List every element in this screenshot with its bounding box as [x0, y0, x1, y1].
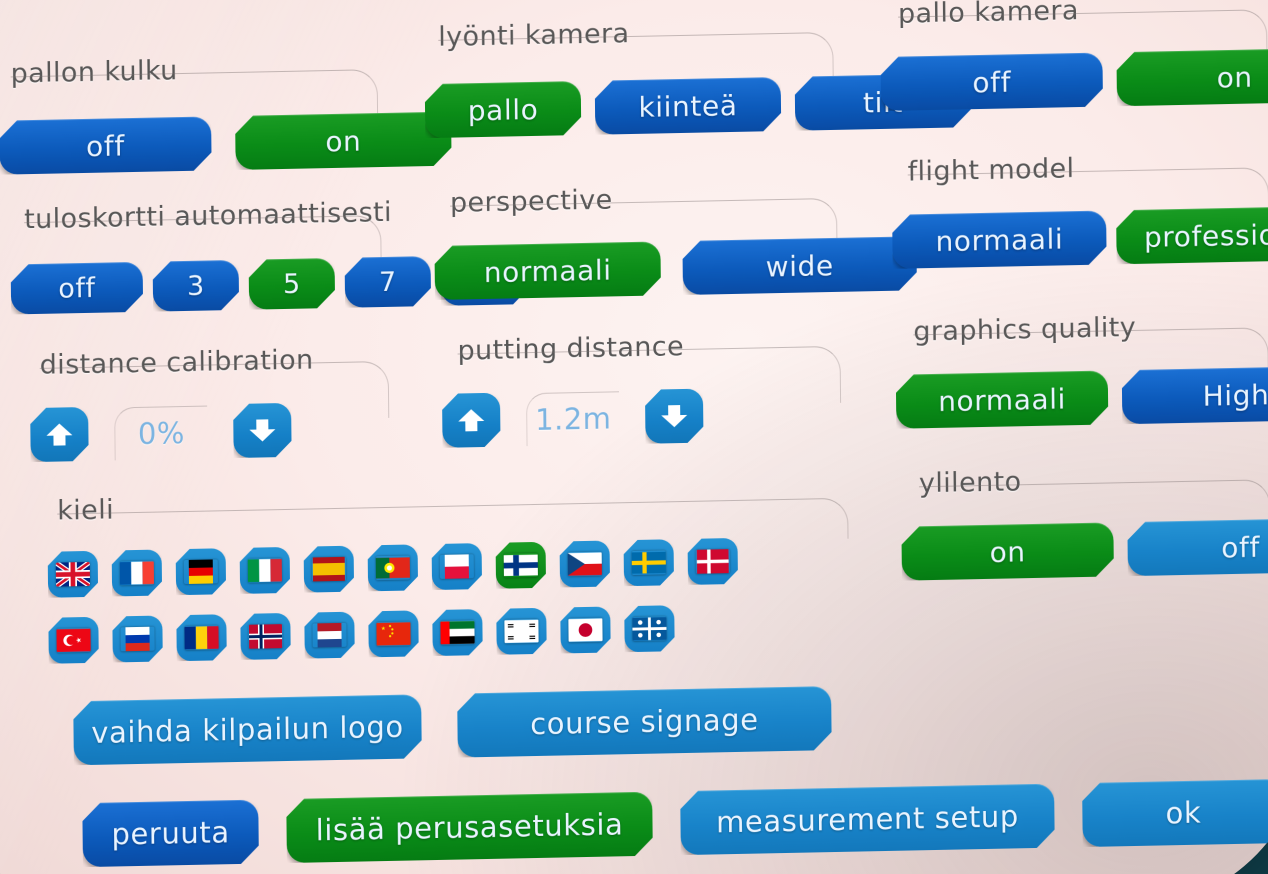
group-perspective: perspective normaali wide — [450, 180, 842, 219]
group-label: putting distance — [457, 330, 685, 367]
option-pallon-kulku-off[interactable]: off — [0, 116, 212, 174]
flag-portugal[interactable] — [368, 544, 418, 591]
flag-united-kingdom[interactable] — [48, 551, 98, 598]
cancel-button[interactable]: peruuta — [82, 800, 259, 868]
option-ylilento-off[interactable]: off — [1127, 518, 1268, 577]
group-label: pallo kamera — [897, 0, 1080, 30]
group-label: pallon kulku — [10, 55, 178, 90]
arrow-down-icon-distance-calibration[interactable] — [233, 403, 292, 458]
group-kieli: kieli — [57, 480, 857, 555]
flag-sweden[interactable] — [624, 539, 674, 586]
flag-china[interactable] — [368, 610, 418, 657]
settings-screen-photo: pallon kulku off on tuloskortti automaat… — [0, 0, 1268, 874]
settings-content: pallon kulku off on tuloskortti automaat… — [0, 0, 1268, 874]
group-label: tuloskortti automaattisesti — [24, 196, 393, 236]
flag-romania[interactable] — [176, 614, 226, 661]
option-tuloskortti-3[interactable]: 3 — [153, 260, 240, 312]
group-label: perspective — [449, 184, 613, 219]
flag-russia[interactable] — [112, 616, 162, 663]
option-pallon-kulku-on[interactable]: on — [235, 112, 452, 170]
flag-germany[interactable] — [176, 548, 226, 595]
option-pallo-kamera-on[interactable]: on — [1116, 48, 1268, 107]
arrow-up-icon-distance-calibration[interactable] — [30, 407, 89, 462]
group-ylilento: ylilento on off — [919, 461, 1268, 499]
flag-quebec[interactable] — [624, 605, 674, 652]
option-perspective-wide[interactable]: wide — [682, 236, 917, 295]
option-pallo-kamera-off[interactable]: off — [880, 53, 1103, 111]
more-basic-settings-button[interactable]: lisää perusasetuksia — [286, 792, 653, 863]
group-label: flight model — [907, 153, 1075, 188]
flag-netherlands[interactable] — [304, 612, 354, 659]
option-flight-model-professional[interactable]: professional — [1116, 206, 1268, 265]
option-perspective-normaali[interactable]: normaali — [434, 241, 661, 300]
group-label: distance calibration — [39, 344, 314, 381]
flag-south-korea[interactable] — [496, 608, 546, 655]
flag-denmark[interactable] — [688, 538, 738, 585]
flag-italy[interactable] — [240, 547, 290, 594]
arrow-up-icon-putting-distance[interactable] — [442, 393, 501, 448]
option-flight-model-normaali[interactable]: normaali — [892, 210, 1107, 268]
flag-row-2 — [48, 605, 674, 664]
group-label: graphics quality — [913, 311, 1137, 348]
group-putting-distance: putting distance 1.2m — [457, 328, 843, 367]
flag-turkey[interactable] — [48, 617, 98, 664]
option-graphics-quality-normaali[interactable]: normaali — [896, 370, 1109, 428]
flag-finland[interactable] — [496, 542, 546, 589]
option-lyonti-kamera-pallo[interactable]: pallo — [425, 81, 582, 138]
option-tuloskortti-7[interactable]: 7 — [345, 256, 432, 308]
flag-spain[interactable] — [304, 546, 354, 593]
option-tuloskortti-5[interactable]: 5 — [249, 258, 336, 310]
group-label: ylilento — [918, 466, 1022, 500]
group-distance-calibration: distance calibration 0% — [40, 343, 392, 381]
group-lyonti-kamera: lyönti kamera pallo kiinteä tilt — [438, 14, 838, 53]
group-pallon-kulku: pallon kulku off on — [10, 51, 382, 89]
option-ylilento-on[interactable]: on — [901, 522, 1114, 580]
arrow-down-icon-putting-distance[interactable] — [645, 389, 704, 444]
flag-row-1 — [48, 538, 738, 598]
secondary-action-bar: vaihda kilpailun logo course signage — [73, 686, 832, 765]
putting-distance-value: 1.2m — [525, 390, 620, 446]
flag-poland[interactable] — [432, 543, 482, 590]
measurement-setup-button[interactable]: measurement setup — [680, 784, 1055, 856]
option-tuloskortti-off[interactable]: off — [11, 262, 143, 315]
group-label: kieli — [57, 494, 115, 527]
flag-uae[interactable] — [432, 609, 482, 656]
option-graphics-quality-high[interactable]: High — [1122, 366, 1268, 425]
change-competition-logo-button[interactable]: vaihda kilpailun logo — [73, 694, 422, 765]
footer-action-bar: peruuta lisää perusasetuksia measurement… — [82, 779, 1268, 867]
group-tuloskortti: tuloskortti automaattisesti off 3 5 7 10 — [24, 197, 386, 235]
group-pallo-kamera: pallo kamera off on — [898, 0, 1268, 30]
group-label: lyönti kamera — [438, 18, 630, 53]
flag-norway[interactable] — [240, 613, 290, 660]
flag-france[interactable] — [112, 550, 162, 597]
group-graphics-quality: graphics quality normaali High — [913, 309, 1268, 347]
group-flight-model: flight model normaali professional — [908, 149, 1268, 187]
flag-czech-republic[interactable] — [560, 541, 610, 588]
ok-button[interactable]: ok — [1082, 779, 1268, 847]
course-signage-button[interactable]: course signage — [457, 686, 832, 758]
option-lyonti-kamera-kiintea[interactable]: kiinteä — [595, 77, 782, 135]
distance-calibration-value: 0% — [114, 405, 208, 460]
flag-japan[interactable] — [560, 607, 610, 654]
